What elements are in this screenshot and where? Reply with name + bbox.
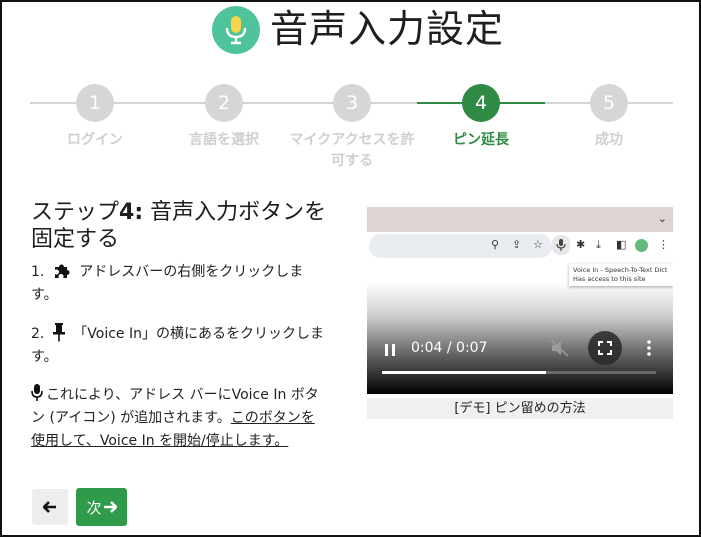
instruction-3-text-2: ン (アイコン) が追加されます。 [31, 410, 231, 426]
video-address-bar [369, 234, 552, 258]
puzzle-icon [54, 264, 70, 278]
arrow-right-icon [103, 501, 117, 513]
video-progress-track[interactable] [382, 371, 656, 374]
video-tooltip: Voice In - Speech-To-Text Dict Has acces… [569, 264, 673, 286]
next-button[interactable]: 次 [76, 488, 127, 526]
microphone-icon [31, 384, 43, 401]
step-5-circle: 5 [590, 84, 628, 122]
instruction-3-link-2[interactable]: 使用して、Voice In を開始/停止します。 [31, 433, 288, 449]
page-title: 音声入力設定 [270, 7, 505, 51]
video-caption: [デモ] ピン留めの方法 [367, 398, 673, 419]
video-tooltip-line1: Voice In - Speech-To-Text Dict [573, 266, 668, 274]
microphone-icon [225, 16, 247, 45]
video-mic-extension [552, 235, 570, 255]
puzzle-icon: ✱ [576, 238, 586, 251]
mute-icon[interactable] [550, 339, 570, 357]
next-button-label: 次 [86, 498, 102, 517]
step-3-label-line2: 可する [331, 153, 373, 169]
instruction-3-text: これにより、アドレス バーにVoice In ボタ [46, 387, 319, 403]
instruction-2-number: 2. [31, 326, 45, 342]
star-icon: ☆ [533, 238, 543, 251]
step-heading-number: 4: [119, 200, 144, 225]
step-2-label: 言語を選択 [189, 132, 259, 148]
microphone-icon [556, 239, 566, 251]
video-tooltip-line2: Has access to this site [573, 275, 646, 283]
step-2-circle: 2 [205, 84, 243, 122]
step-1-label: ログイン [67, 132, 123, 148]
instruction-3-link[interactable]: このボタンを [231, 410, 315, 426]
step-4-circle: 4 [462, 84, 500, 122]
share-icon: ⇪ [512, 238, 522, 251]
step-heading-prefix: ステップ [31, 200, 120, 225]
instruction-1: 1. アドレスバーの右側をクリックしま す。 [31, 261, 341, 307]
more-options-icon[interactable] [645, 339, 653, 357]
pause-icon[interactable] [384, 343, 396, 357]
arrow-left-icon [43, 501, 56, 513]
step-3-label-line1: マイクアクセスを許 [289, 132, 415, 148]
demo-video[interactable]: ⌄ ⚲ ⇪ ☆ ✱ ⤓ ◧ ⋮ Voice In - Speech-To-Tex… [367, 207, 673, 394]
zoom-icon: ⚲ [491, 238, 500, 251]
video-time: 0:04 / 0:07 [411, 340, 488, 356]
step-1-circle: 1 [76, 84, 114, 122]
video-progress-fill [382, 371, 547, 374]
instruction-2-text-2: す。 [31, 349, 58, 365]
sidepanel-icon: ◧ [616, 238, 627, 251]
step-heading-line2: 固定する [31, 227, 120, 252]
pin-icon [52, 323, 65, 342]
step-3-label: マイクアクセスを許 可する [282, 130, 422, 172]
step-4-label: ピン延長 [453, 132, 509, 148]
step-heading: ステップ4: 音声入力ボタンを 固定する [31, 199, 341, 253]
instruction-1-text: アドレスバーの右側をクリックしま [79, 264, 304, 280]
instruction-2-text: 「Voice In」の横にあるをクリックしま [73, 326, 324, 342]
step-heading-rest: 音声入力ボタンを [143, 200, 327, 225]
app-logo [212, 6, 260, 54]
instruction-1-text-2: す。 [31, 287, 58, 303]
chevron-down-icon: ⌄ [657, 212, 667, 225]
kebab-menu-icon: ⋮ [658, 238, 669, 251]
avatar [635, 239, 648, 252]
instruction-1-number: 1. [31, 264, 45, 280]
back-button[interactable] [32, 489, 68, 525]
fullscreen-icon [598, 341, 612, 355]
video-browser-tabbar: ⌄ [367, 207, 673, 232]
download-icon: ⤓ [596, 238, 601, 251]
step-3-circle: 3 [333, 84, 371, 122]
instruction-2: 2. 「Voice In」の横にあるをクリックしま す。 [31, 322, 341, 369]
instruction-3: これにより、アドレス バーにVoice In ボタ ン (アイコン) が追加され… [31, 383, 341, 453]
fullscreen-button[interactable] [588, 331, 622, 365]
setup-window: 音声入力設定 1 2 3 4 5 ログイン 言語を選択 マイクアクセスを許 可す… [0, 0, 701, 537]
step-5-label: 成功 [595, 132, 623, 148]
